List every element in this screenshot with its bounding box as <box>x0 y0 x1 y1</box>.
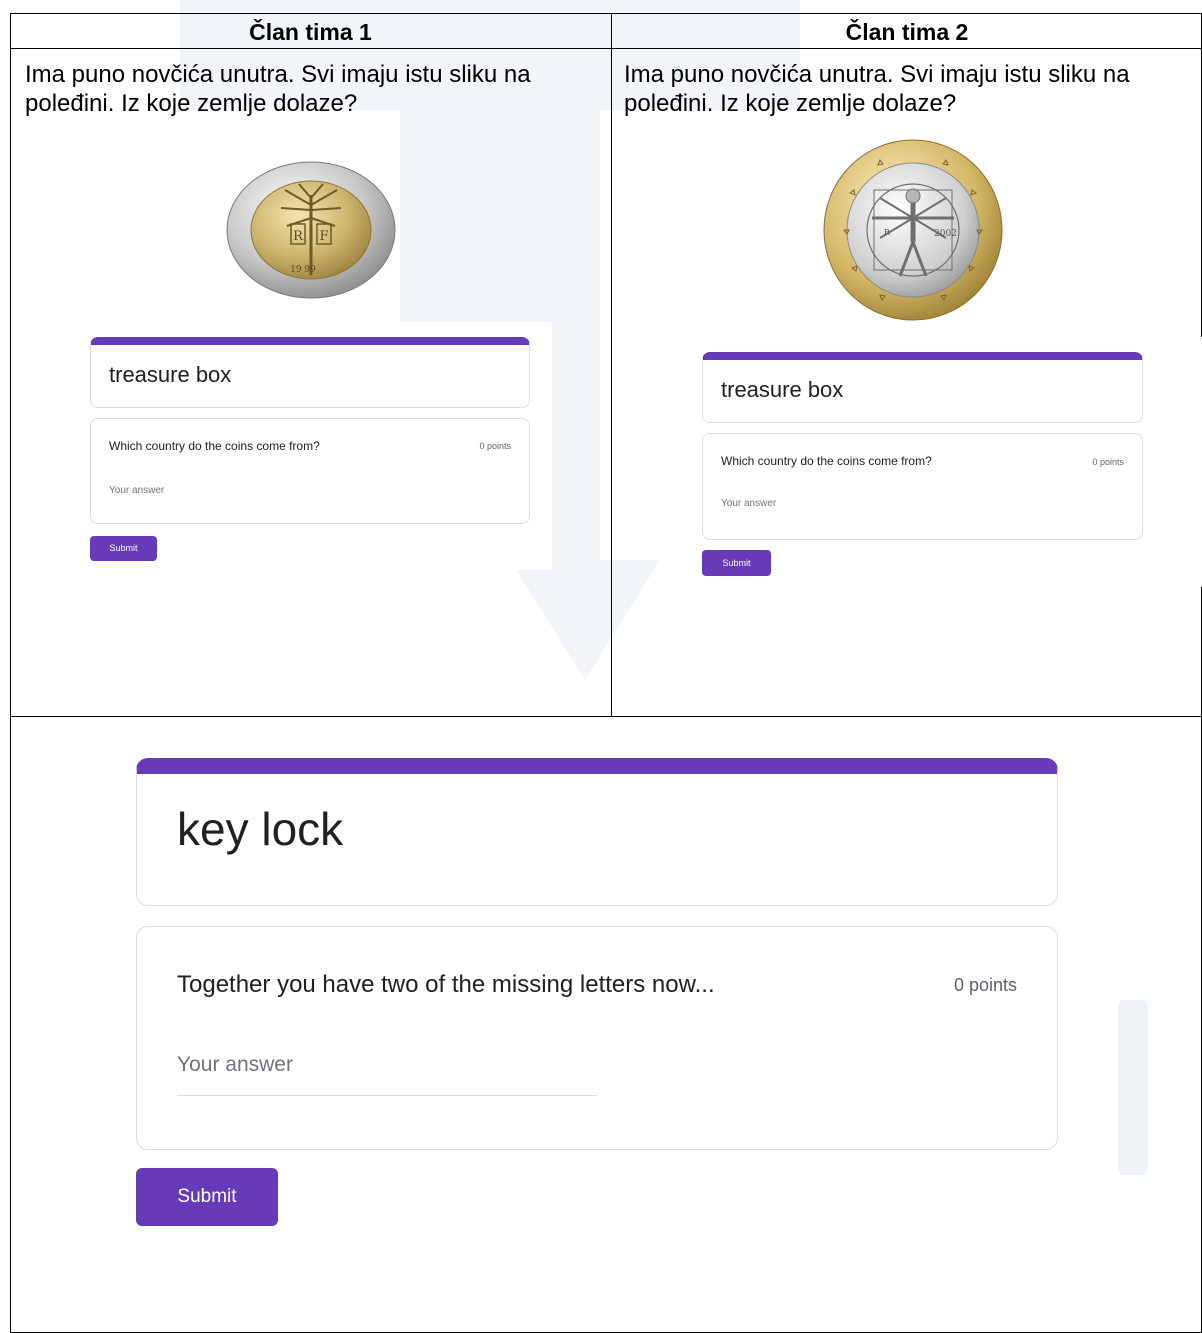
form-right-answer-input[interactable]: Your answer <box>721 498 776 509</box>
coin-right-mark: R <box>884 228 891 237</box>
form-right-submit-button[interactable]: Submit <box>702 550 771 576</box>
coin-left-letter-f: F <box>319 229 328 244</box>
form-left-points: 0 points <box>479 441 511 451</box>
form-left-title-card: treasure box <box>90 337 530 408</box>
form-left-question: Which country do the coins come from? <box>109 439 320 453</box>
form-left-submit-button[interactable]: Submit <box>90 536 157 561</box>
header-team-member-2: Član tima 2 <box>845 19 969 45</box>
italian-1-euro-coin-icon: R 2002 <box>823 139 1003 321</box>
form-main-points: 0 points <box>953 975 1017 995</box>
french-2-euro-coin-icon: R F 19 99 <box>226 161 396 299</box>
cell-right-instructions: Ima puno novčića unutra. Svi imaju istu … <box>624 61 1130 117</box>
form-main-answer-input[interactable]: Your answer <box>177 1053 293 1077</box>
form-main-question: Together you have two of the missing let… <box>177 971 715 998</box>
coin-left-letter-r: R <box>293 229 304 244</box>
form-main-answer-underline <box>177 1095 597 1096</box>
form-left-answer-input[interactable]: Your answer <box>109 485 164 496</box>
form-right-title: treasure box <box>721 377 844 402</box>
form-main-submit-button[interactable]: Submit <box>136 1168 278 1226</box>
form-right-title-card: treasure box <box>702 352 1143 423</box>
form-left-title: treasure box <box>109 362 232 387</box>
form-main-panel: key lock Together you have two of the mi… <box>118 740 1078 1240</box>
form-main-question-card: Together you have two of the missing let… <box>136 926 1058 1150</box>
form-left-panel: treasure box Which country do the coins … <box>78 322 552 570</box>
form-left-question-card: Which country do the coins come from? 0 … <box>90 418 530 524</box>
table-column-divider <box>611 13 612 717</box>
cell-left-instructions: Ima puno novčića unutra. Svi imaju istu … <box>25 61 531 117</box>
coin-right-year: 2002 <box>934 229 957 239</box>
form-right-points: 0 points <box>1092 457 1124 467</box>
watermark-digit <box>1118 1000 1148 1175</box>
form-main-title-card: key lock <box>136 758 1058 906</box>
coin-left-year: 19 99 <box>290 265 316 275</box>
table-row-divider <box>10 716 1202 717</box>
form-right-question: Which country do the coins come from? <box>721 454 932 468</box>
form-right-panel: treasure box Which country do the coins … <box>677 337 1202 587</box>
form-right-question-card: Which country do the coins come from? 0 … <box>702 433 1143 540</box>
header-team-member-1: Član tima 1 <box>249 19 372 45</box>
form-main-title: key lock <box>177 803 344 855</box>
